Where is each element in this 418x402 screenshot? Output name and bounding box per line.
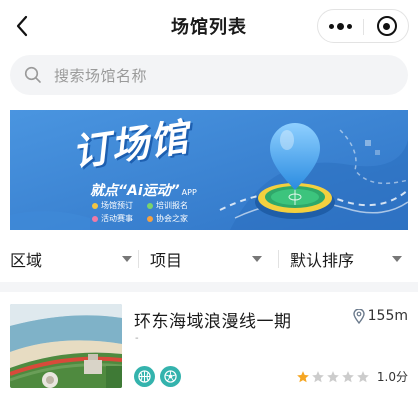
filter-sport-label: 项目: [150, 251, 183, 270]
more-button[interactable]: [318, 10, 363, 42]
location-pin-icon: [352, 308, 365, 324]
feature-bullet-icon: [92, 215, 98, 222]
basketball-icon: [134, 366, 155, 387]
filter-divider: [138, 250, 139, 268]
venue-thumbnail: [10, 304, 122, 388]
search-icon: [24, 65, 44, 85]
section-divider: [0, 282, 418, 292]
filter-divider: [278, 250, 279, 268]
banner-feature-item: 活动赛事: [92, 213, 147, 224]
feature-bullet-icon: [147, 202, 153, 209]
filter-sort[interactable]: 默认排序: [290, 238, 408, 280]
venue-distance: 155m: [352, 308, 408, 324]
banner-feature-label: 活动赛事: [101, 214, 133, 223]
banner-feature-item: 培训报名: [147, 200, 202, 211]
more-dots-icon-center: [337, 22, 344, 30]
banner-feature-label: 场馆预订: [101, 201, 133, 210]
caret-down-icon: [392, 256, 402, 262]
banner-feature-label: 培训报名: [156, 201, 188, 210]
star-icon: [297, 370, 309, 382]
filter-bar: 区域 项目 默认排序: [0, 238, 418, 280]
venue-sport-icons: [134, 366, 181, 387]
mini-program-capsule: [317, 9, 409, 43]
venue-rating-text: 1.0分: [376, 370, 408, 384]
feature-bullet-icon: [147, 215, 153, 222]
search-placeholder: 搜索场馆名称: [54, 66, 148, 85]
filter-region[interactable]: 区域: [10, 238, 138, 280]
promo-banner[interactable]: 订场馆 就点“Ai运动” APP 场馆预订 培训报名 活动赛事 协会之家: [10, 110, 408, 230]
record-circle-dot: [383, 22, 390, 30]
star-icon: [327, 370, 339, 382]
navigation-bar: 场馆列表: [0, 0, 418, 52]
caret-down-icon: [122, 256, 132, 262]
banner-feature-item: 场馆预订: [92, 200, 147, 211]
banner-app-tag: APP: [181, 188, 197, 197]
venue-address-placeholder: -: [135, 333, 139, 344]
close-mini-program-button[interactable]: [364, 10, 409, 42]
more-dots-icon: [329, 23, 334, 29]
more-dots-icon-right: [347, 23, 352, 29]
record-circle-icon: [376, 16, 397, 36]
search-input[interactable]: 搜索场馆名称: [10, 55, 408, 95]
feature-bullet-icon: [92, 202, 98, 209]
filter-region-label: 区域: [10, 251, 43, 270]
banner-feature-list: 场馆预订 培训报名活动赛事 协会之家: [92, 200, 202, 224]
soccer-ball-icon: [160, 366, 181, 387]
banner-slogan-text: 就点“Ai运动”: [90, 183, 180, 199]
star-icon: [357, 370, 369, 382]
filter-sport[interactable]: 项目: [150, 238, 278, 280]
banner-slogan: 就点“Ai运动” APP: [90, 180, 197, 200]
venue-rating: 1.0分: [296, 368, 408, 385]
star-icon: [312, 370, 324, 382]
filter-sort-label: 默认排序: [290, 251, 355, 270]
venue-distance-text: 155m: [367, 308, 408, 324]
banner-feature-label: 协会之家: [156, 214, 188, 223]
venue-name: 环东海域浪漫线一期: [134, 312, 292, 332]
caret-down-icon: [252, 256, 262, 262]
star-icon: [342, 370, 354, 382]
banner-feature-item: 协会之家: [147, 213, 202, 224]
venue-list-item[interactable]: 环东海域浪漫线一期 - 155m 1.0分: [0, 292, 418, 402]
